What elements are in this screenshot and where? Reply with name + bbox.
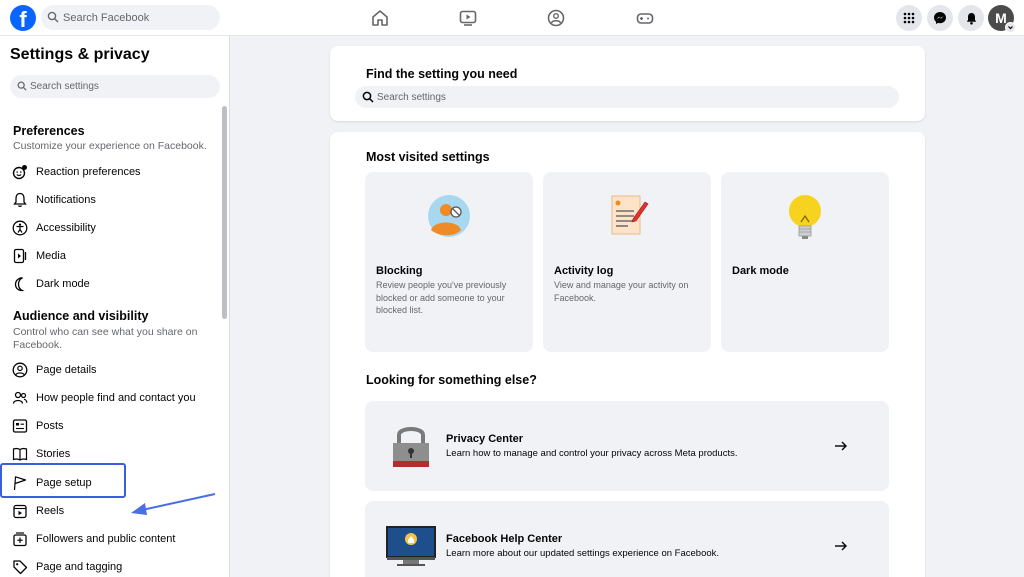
main-search[interactable] xyxy=(355,86,899,108)
sidebar-search-input[interactable] xyxy=(30,78,210,95)
sidebar-item-followers[interactable]: Followers and public content xyxy=(10,527,218,551)
sidebar-item-label: Page and tagging xyxy=(36,561,123,573)
tag-icon xyxy=(10,557,30,577)
find-setting-title: Find the setting you need xyxy=(366,67,518,81)
person-circle-icon xyxy=(10,360,30,380)
posts-icon xyxy=(10,416,30,436)
preferences-description: Customize your experience on Facebook. xyxy=(13,140,207,152)
monitor-icon xyxy=(386,526,436,566)
row-description: Learn how to manage and control your pri… xyxy=(446,448,738,459)
sidebar-item-label: Posts xyxy=(36,420,64,432)
sidebar-item-find-contact[interactable]: How people find and contact you xyxy=(10,386,218,410)
facebook-search[interactable] xyxy=(41,5,220,30)
sidebar-item-label: Page details xyxy=(36,364,97,376)
people-icon xyxy=(10,388,30,408)
sidebar-item-page-tagging[interactable]: Page and tagging xyxy=(10,555,218,577)
tile-title: Blocking xyxy=(376,265,423,277)
sidebar-item-media[interactable]: Media xyxy=(10,244,218,268)
sidebar-item-label: Dark mode xyxy=(36,278,90,290)
sidebar-item-posts[interactable]: Posts xyxy=(10,414,218,438)
facebook-search-input[interactable] xyxy=(63,9,213,26)
messenger-icon xyxy=(934,12,946,24)
blocking-icon xyxy=(428,195,470,237)
search-icon xyxy=(47,11,59,23)
lightbulb-icon xyxy=(789,195,821,239)
audience-description: Control who can see what you share on Fa… xyxy=(13,326,198,351)
menu-grid-button[interactable] xyxy=(896,5,922,31)
grid-icon xyxy=(903,12,915,24)
settings-sidebar: Settings & privacy Preferences Customize… xyxy=(0,36,230,577)
audience-title: Audience and visibility xyxy=(13,309,149,323)
tile-dark-mode[interactable]: Dark mode xyxy=(721,172,889,352)
sidebar-scrollbar[interactable] xyxy=(222,106,227,319)
row-title: Facebook Help Center xyxy=(446,533,563,545)
book-icon xyxy=(10,444,30,464)
tile-activity-log[interactable]: Activity log View and manage your activi… xyxy=(543,172,711,352)
padlock-icon xyxy=(393,427,429,467)
arrow-right-icon[interactable] xyxy=(833,438,849,454)
home-icon[interactable] xyxy=(370,8,390,28)
sidebar-item-label: Media xyxy=(36,250,66,262)
chevron-down-icon[interactable] xyxy=(1005,22,1016,33)
media-icon xyxy=(10,246,30,266)
moon-icon xyxy=(10,274,30,294)
sidebar-item-label: How people find and contact you xyxy=(36,392,196,404)
messenger-button[interactable] xyxy=(927,5,953,31)
sidebar-item-label: Stories xyxy=(36,448,71,460)
arrow-right-icon[interactable] xyxy=(833,538,849,554)
sidebar-item-notifications[interactable]: Notifications xyxy=(10,188,218,212)
sidebar-item-label: Reaction preferences xyxy=(36,166,141,178)
sidebar-item-reaction-preferences[interactable]: Reaction preferences xyxy=(10,160,218,184)
sidebar-item-accessibility[interactable]: Accessibility xyxy=(10,216,218,240)
search-icon xyxy=(17,81,27,91)
annotation-arrow-icon xyxy=(131,493,216,515)
sidebar-item-label: Followers and public content xyxy=(36,533,176,545)
facebook-logo[interactable]: f xyxy=(10,5,36,31)
sidebar-item-page-details[interactable]: Page details xyxy=(10,358,218,382)
tile-description: Review people you've previously blocked … xyxy=(376,280,507,315)
notifications-button[interactable] xyxy=(958,5,984,31)
tile-description: View and manage your activity on Faceboo… xyxy=(554,280,689,303)
sidebar-search[interactable] xyxy=(10,75,220,98)
preferences-title: Preferences xyxy=(13,124,85,138)
reaction-icon xyxy=(10,162,30,182)
sidebar-title: Settings & privacy xyxy=(10,46,150,63)
page-setup-highlight xyxy=(0,463,126,498)
sidebar-item-label: Reels xyxy=(36,505,65,517)
row-help-center[interactable]: Facebook Help Center Learn more about ou… xyxy=(365,501,889,577)
row-title: Privacy Center xyxy=(446,433,524,445)
tile-blocking[interactable]: Blocking Review people you've previously… xyxy=(365,172,533,352)
search-icon xyxy=(362,91,374,103)
looking-title: Looking for something else? xyxy=(366,373,537,387)
bell-icon xyxy=(10,190,30,210)
sidebar-item-dark-mode[interactable]: Dark mode xyxy=(10,272,218,296)
reels-icon xyxy=(10,501,30,521)
main-search-input[interactable] xyxy=(377,89,877,105)
bell-icon xyxy=(966,12,976,25)
tile-title: Dark mode xyxy=(732,265,789,277)
sidebar-item-label: Accessibility xyxy=(36,222,96,234)
row-privacy-center[interactable]: Privacy Center Learn how to manage and c… xyxy=(365,401,889,491)
tile-title: Activity log xyxy=(554,265,614,277)
activity-log-icon xyxy=(611,195,649,235)
followers-icon xyxy=(10,529,30,549)
sidebar-item-label: Notifications xyxy=(36,194,96,206)
find-setting-card xyxy=(330,46,925,121)
accessibility-icon xyxy=(10,218,30,238)
row-description: Learn more about our updated settings ex… xyxy=(446,548,720,559)
most-visited-title: Most visited settings xyxy=(366,150,490,164)
top-bar: f M xyxy=(0,0,1024,36)
video-icon[interactable] xyxy=(458,8,478,28)
gaming-icon[interactable] xyxy=(635,8,655,28)
groups-icon[interactable] xyxy=(546,8,566,28)
